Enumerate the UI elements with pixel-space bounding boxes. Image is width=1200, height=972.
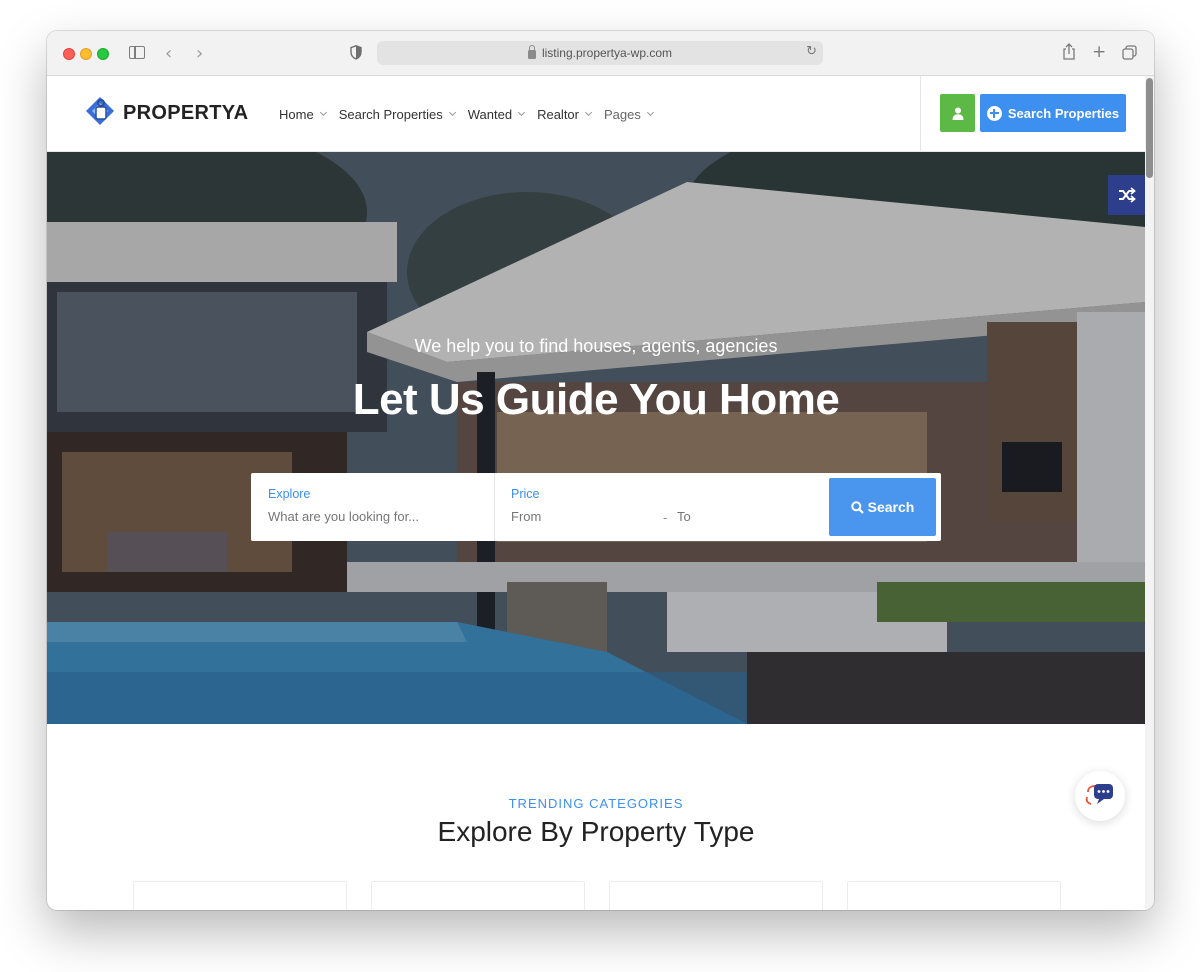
chevron-down-icon	[319, 108, 327, 117]
user-icon	[952, 107, 963, 120]
nav-item-search-properties[interactable]: Search Properties	[338, 106, 456, 122]
nav-item-realtor[interactable]: Realtor	[537, 106, 593, 122]
price-from-input[interactable]	[511, 509, 651, 524]
explore-label: Explore	[268, 487, 311, 501]
zoom-window-button[interactable]	[97, 48, 109, 60]
nav-item-home[interactable]: Home	[279, 106, 327, 122]
price-range-separator: -	[663, 510, 668, 525]
chevron-down-icon	[518, 108, 526, 117]
hero-banner: We help you to find houses, agents, agen…	[47, 152, 1145, 724]
site-logo[interactable]: PROPERTYA	[83, 95, 248, 131]
search-properties-button[interactable]: Search Properties	[980, 94, 1126, 132]
nav-item-label: Realtor	[537, 106, 579, 122]
logo-text: PROPERTYA	[123, 101, 249, 124]
logo-icon	[86, 97, 114, 125]
chevron-down-icon	[584, 108, 593, 117]
search-button[interactable]: Search	[829, 478, 936, 536]
page-scrollbar[interactable]	[1145, 76, 1154, 910]
address-bar[interactable]: listing.propertya-wp.com ↻	[377, 41, 823, 65]
category-card[interactable]	[847, 881, 1061, 910]
shuffle-icon	[1118, 187, 1136, 203]
search-properties-label: Search Properties	[1007, 105, 1120, 121]
search-icon	[850, 500, 864, 514]
lock-icon	[527, 44, 536, 59]
sidebar-toggle-icon[interactable]	[129, 46, 145, 59]
hero-overlay	[47, 152, 1145, 724]
section-title: Explore By Property Type	[437, 816, 755, 847]
user-account-button[interactable]	[940, 94, 975, 132]
main-nav: Home Search Properties Wanted Realtor Pa…	[279, 76, 666, 152]
price-to-input[interactable]	[677, 509, 817, 524]
share-icon[interactable]	[1062, 43, 1076, 61]
category-card[interactable]	[609, 881, 823, 910]
hero-subtitle: We help you to find houses, agents, agen…	[414, 336, 778, 356]
hero-title: Let Us Guide You Home	[352, 375, 840, 424]
nav-item-label: Search Properties	[338, 106, 443, 122]
chat-icon	[1085, 784, 1113, 805]
category-card[interactable]	[133, 881, 347, 910]
explore-input[interactable]	[268, 509, 483, 524]
nav-item-label: Home	[279, 106, 314, 122]
back-arrow-icon[interactable]: ‹	[165, 43, 172, 64]
minimize-window-button[interactable]	[80, 48, 92, 60]
search-button-label: Search	[867, 499, 915, 515]
tabs-icon[interactable]	[1122, 45, 1137, 60]
plus-circle-icon	[986, 105, 1002, 121]
forward-arrow-icon[interactable]: ›	[196, 43, 203, 64]
section-kicker: TRENDING CATEGORIES	[508, 796, 684, 811]
nav-item-wanted[interactable]: Wanted	[467, 106, 526, 122]
chat-widget-button[interactable]	[1075, 771, 1125, 821]
nav-item-label: Pages	[604, 106, 641, 122]
price-label: Price	[511, 487, 540, 501]
browser-toolbar: ‹ › listing.propertya-wp.com ↻ +	[47, 31, 1154, 76]
price-field: Price -	[495, 473, 825, 541]
shield-icon[interactable]	[350, 45, 362, 60]
browser-window: ‹ › listing.propertya-wp.com ↻ + PROPERT…	[47, 31, 1154, 910]
header-divider	[920, 76, 921, 152]
category-card[interactable]	[371, 881, 585, 910]
reload-icon[interactable]: ↻	[806, 44, 817, 59]
chevron-down-icon	[448, 108, 456, 117]
new-tab-icon[interactable]: +	[1092, 42, 1106, 62]
scrollbar-thumb[interactable]	[1146, 78, 1153, 178]
shuffle-button[interactable]	[1108, 175, 1145, 215]
url-text: listing.propertya-wp.com	[541, 46, 673, 60]
explore-field: Explore	[251, 473, 494, 541]
nav-item-pages[interactable]: Pages	[604, 106, 654, 122]
chevron-down-icon	[646, 108, 654, 117]
site-header: PROPERTYA Home Search Properties Wanted …	[47, 76, 1145, 152]
nav-item-label: Wanted	[467, 106, 513, 122]
property-search-form: Explore Price - Search	[251, 473, 941, 541]
close-window-button[interactable]	[63, 48, 75, 60]
